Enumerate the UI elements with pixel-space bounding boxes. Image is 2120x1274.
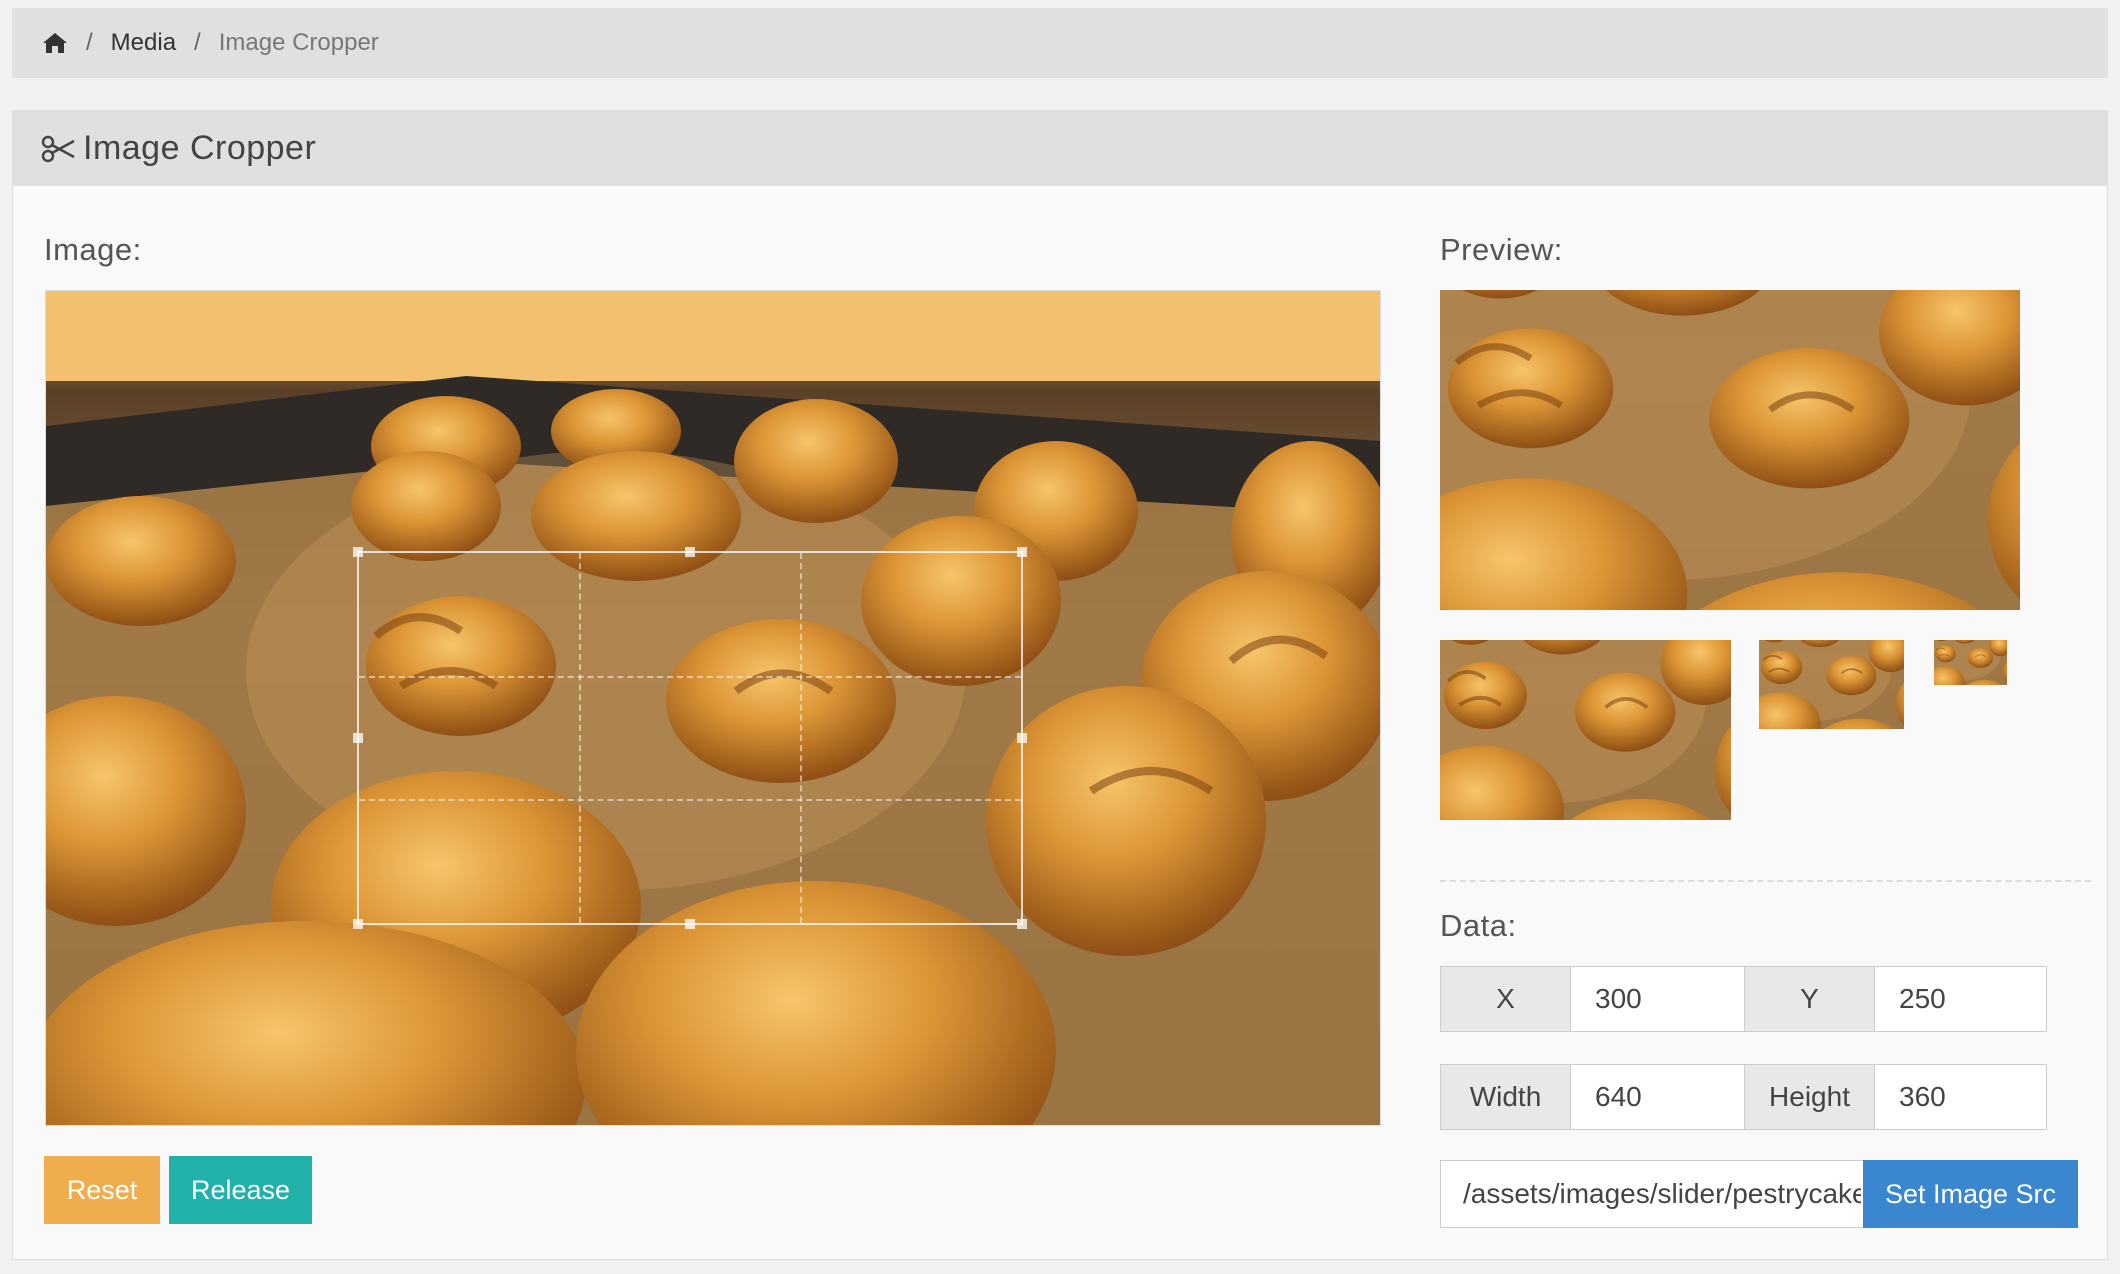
crop-handle-w[interactable] (353, 733, 363, 743)
release-button[interactable]: Release (169, 1156, 312, 1224)
preview-xsmall (1934, 640, 2007, 685)
crop-handle-e[interactable] (1017, 733, 1027, 743)
crop-handle-s[interactable] (685, 919, 695, 929)
preview-medium (1440, 640, 1731, 820)
breadcrumb-item-current: Image Cropper (218, 29, 379, 56)
divider (1440, 880, 2091, 882)
panel-title: Image Cropper (83, 129, 317, 167)
crop-guide-line (359, 676, 1021, 679)
crop-guide-line (579, 553, 582, 923)
home-icon[interactable] (42, 31, 68, 55)
panel-heading: Image Cropper (13, 111, 2107, 186)
y-input[interactable] (1875, 967, 2046, 1031)
crop-handle-sw[interactable] (353, 919, 363, 929)
crop-handle-n[interactable] (685, 547, 695, 557)
image-label: Image: (44, 232, 142, 267)
xy-input-group: X Y (1440, 966, 2047, 1032)
height-addon: Height (1745, 1065, 1875, 1129)
height-input[interactable] (1875, 1065, 2046, 1129)
preview-small (1759, 640, 1904, 729)
crop-selection-box[interactable] (353, 547, 1027, 929)
scissors-icon (41, 135, 75, 162)
reset-button[interactable]: Reset (44, 1156, 160, 1224)
breadcrumb-item-media[interactable]: Media (111, 29, 176, 57)
crop-image-area[interactable] (45, 290, 1381, 1126)
size-input-group: Width Height (1440, 1064, 2047, 1130)
breadcrumb-separator: / (194, 29, 201, 56)
y-addon: Y (1745, 967, 1875, 1031)
width-input[interactable] (1571, 1065, 1745, 1129)
crop-handle-nw[interactable] (353, 547, 363, 557)
crop-handle-ne[interactable] (1017, 547, 1027, 557)
data-label: Data: (1440, 908, 1517, 943)
width-addon: Width (1441, 1065, 1571, 1129)
set-image-src-button[interactable]: Set Image Src (1863, 1160, 2078, 1228)
breadcrumb-separator: / (86, 29, 93, 56)
breadcrumb: / Media / Image Cropper (12, 8, 2108, 78)
crop-guide-line (359, 799, 1021, 802)
x-input[interactable] (1571, 967, 1745, 1031)
preview-large (1440, 290, 2020, 610)
image-src-input[interactable] (1440, 1160, 1864, 1228)
crop-handle-se[interactable] (1017, 919, 1027, 929)
x-addon: X (1441, 967, 1571, 1031)
preview-label: Preview: (1440, 232, 1563, 267)
crop-guide-line (799, 553, 802, 923)
